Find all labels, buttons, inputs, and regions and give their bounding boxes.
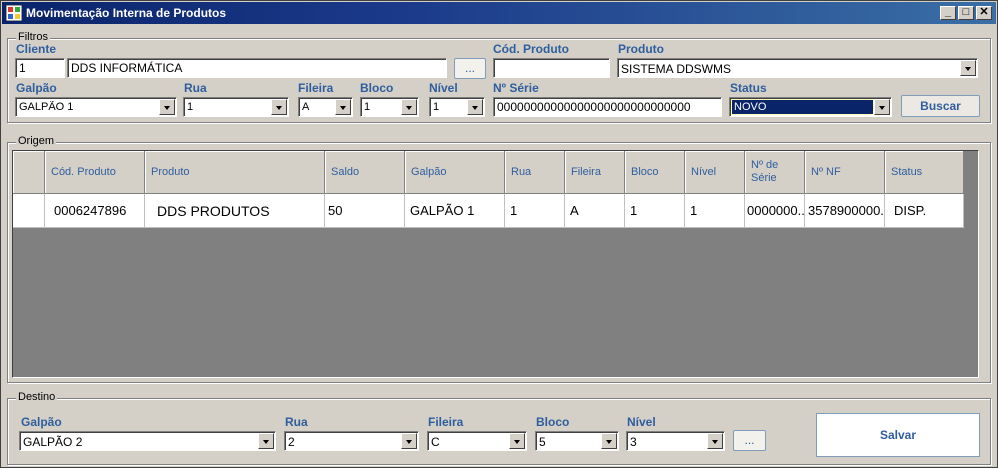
nivel-label: Nível: [429, 81, 458, 95]
destino-rua-label: Rua: [285, 415, 308, 429]
grid-header-status[interactable]: Status: [885, 151, 964, 194]
cliente-label: Cliente: [16, 42, 57, 56]
destino-bloco-value: 5: [539, 435, 546, 449]
bloco-label: Bloco: [360, 81, 394, 95]
destino-rua-select[interactable]: 2: [284, 431, 419, 451]
close-button[interactable]: ✕: [976, 6, 992, 20]
minimize-button[interactable]: _: [940, 6, 956, 20]
cell-nivel: 1: [685, 194, 745, 228]
grid-header-selector: [13, 151, 45, 194]
fileira-select-value: A: [302, 101, 310, 113]
origem-group-title: Origem: [16, 135, 57, 147]
chevron-down-icon[interactable]: [335, 99, 351, 115]
cell-bloco: 1: [625, 194, 685, 228]
destino-lookup-button[interactable]: ...: [733, 430, 766, 451]
status-label: Status: [730, 81, 767, 95]
chevron-down-icon[interactable]: [258, 433, 274, 449]
chevron-down-icon[interactable]: [960, 60, 976, 76]
bloco-select-value: 1: [364, 101, 371, 113]
cell-serie: 0000000..: [745, 194, 805, 228]
grid-header-saldo[interactable]: Saldo: [325, 151, 405, 194]
destino-rua-value: 2: [288, 435, 295, 449]
destino-galpao-label: Galpão: [21, 415, 62, 429]
buscar-button[interactable]: Buscar: [901, 95, 980, 117]
nivel-select-value: 1: [433, 101, 440, 113]
chevron-down-icon[interactable]: [509, 433, 525, 449]
produto-select[interactable]: SISTEMA DDSWMS: [617, 58, 978, 78]
galpao-label: Galpão: [16, 81, 57, 95]
salvar-button[interactable]: Salvar: [816, 413, 980, 457]
destino-group-title: Destino: [16, 391, 58, 403]
cell-cod-produto: 0006247896: [45, 194, 145, 228]
destino-bloco-label: Bloco: [536, 415, 570, 429]
grid-header-rua[interactable]: Rua: [505, 151, 565, 194]
cell-galpao: GALPÃO 1: [405, 194, 505, 228]
cliente-name-field[interactable]: DDS INFORMÁTICA: [67, 58, 447, 78]
chevron-down-icon[interactable]: [707, 433, 723, 449]
destino-bloco-select[interactable]: 5: [535, 431, 619, 451]
chevron-down-icon[interactable]: [271, 99, 287, 115]
rua-select-value: 1: [187, 101, 194, 113]
maximize-button[interactable]: □: [958, 6, 974, 20]
destino-nivel-select[interactable]: 3: [626, 431, 725, 451]
grid-header-nf[interactable]: Nº NF: [805, 151, 885, 194]
cell-produto: DDS PRODUTOS: [145, 194, 325, 228]
chevron-down-icon[interactable]: [467, 99, 483, 115]
grid-header-serie[interactable]: Nº de Série: [745, 151, 805, 194]
fileira-select[interactable]: A: [298, 97, 353, 117]
grid-header-galpao[interactable]: Galpão: [405, 151, 505, 194]
chevron-down-icon[interactable]: [601, 433, 617, 449]
chevron-down-icon[interactable]: [401, 99, 417, 115]
window-title: Movimentação Interna de Produtos: [26, 6, 227, 20]
chevron-down-icon[interactable]: [874, 99, 890, 115]
produto-label: Produto: [618, 42, 664, 56]
rua-label: Rua: [184, 81, 207, 95]
serie-field[interactable]: 00000000000000000000000000000: [493, 97, 722, 117]
chevron-down-icon[interactable]: [159, 99, 175, 115]
cod-produto-field[interactable]: [493, 58, 610, 78]
cliente-lookup-button[interactable]: ...: [454, 58, 486, 79]
destino-nivel-label: Nível: [627, 415, 656, 429]
grid-header-produto[interactable]: Produto: [145, 151, 325, 194]
grid-header-fileira[interactable]: Fileira: [565, 151, 625, 194]
table-row[interactable]: 0006247896 DDS PRODUTOS 50 GALPÃO 1 1 A …: [13, 194, 964, 228]
destino-fileira-value: C: [431, 435, 440, 449]
title-bar[interactable]: Movimentação Interna de Produtos _ □ ✕: [2, 2, 996, 24]
produto-select-value: SISTEMA DDSWMS: [621, 62, 732, 76]
grid-header-bloco[interactable]: Bloco: [625, 151, 685, 194]
galpao-select[interactable]: GALPÃO 1: [15, 97, 177, 117]
origem-grid[interactable]: Cód. Produto Produto Saldo Galpão Rua Fi…: [12, 150, 979, 378]
nivel-select[interactable]: 1: [429, 97, 485, 117]
cell-nf: 3578900000.: [805, 194, 885, 228]
cell-status: DISP.: [885, 194, 964, 228]
chevron-down-icon[interactable]: [401, 433, 417, 449]
destino-nivel-value: 3: [630, 435, 637, 449]
bloco-select[interactable]: 1: [360, 97, 419, 117]
destino-fileira-label: Fileira: [428, 415, 464, 429]
main-window: Movimentação Interna de Produtos _ □ ✕ F…: [0, 0, 998, 468]
grid-header: Cód. Produto Produto Saldo Galpão Rua Fi…: [13, 151, 964, 194]
application-icon: [6, 5, 22, 21]
cell-rua: 1: [505, 194, 565, 228]
row-selector[interactable]: [13, 194, 45, 228]
grid-header-nivel[interactable]: Nível: [685, 151, 745, 194]
cell-fileira: A: [565, 194, 625, 228]
destino-galpao-select[interactable]: GALPÃO 2: [19, 431, 276, 451]
destino-galpao-value: GALPÃO 2: [23, 435, 83, 449]
cell-saldo: 50: [325, 194, 405, 228]
rua-select[interactable]: 1: [183, 97, 289, 117]
status-select-value: NOVO: [731, 99, 874, 115]
status-select[interactable]: NOVO: [729, 97, 892, 117]
cliente-code-field[interactable]: 1: [15, 58, 65, 78]
destino-fileira-select[interactable]: C: [427, 431, 527, 451]
grid-header-cod-produto[interactable]: Cód. Produto: [45, 151, 145, 194]
fileira-label: Fileira: [298, 81, 334, 95]
cod-produto-label: Cód. Produto: [493, 42, 569, 56]
galpao-select-value: GALPÃO 1: [19, 101, 74, 113]
serie-label: Nº Série: [493, 81, 539, 95]
